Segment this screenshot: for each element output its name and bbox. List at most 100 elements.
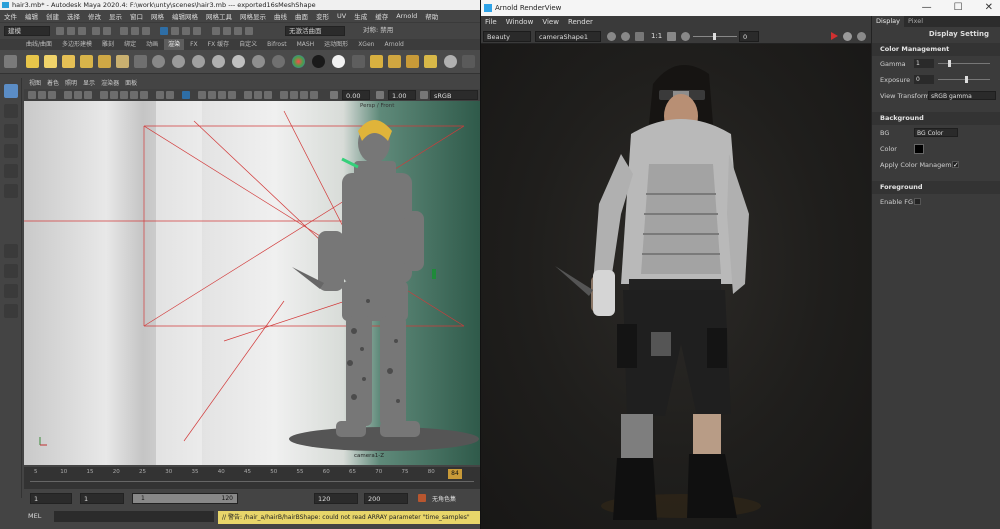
exposure-slider-knob[interactable] <box>964 76 968 83</box>
lasso-tool-icon[interactable] <box>4 104 18 118</box>
ratio-label[interactable]: 1:1 <box>651 32 662 40</box>
colorspace-dropdown[interactable]: sRGB gamma <box>430 90 478 110</box>
shelf-tab[interactable]: FX <box>186 39 202 50</box>
blinn-ball-icon[interactable] <box>152 55 165 68</box>
panel-menu-item[interactable]: 视图 <box>29 78 41 89</box>
view-transform-dropdown[interactable]: sRGB gamma <box>928 91 996 100</box>
shelf-tab[interactable]: 曲线/曲面 <box>22 39 56 50</box>
arnold-mesh-light-icon[interactable] <box>406 55 419 68</box>
menu-item[interactable]: 帮助 <box>425 11 438 21</box>
shelf-tab[interactable]: 运动图形 <box>320 39 352 50</box>
xray-joints-icon[interactable] <box>166 91 174 99</box>
exposure-slider[interactable] <box>693 33 737 40</box>
playback-end-field[interactable]: 120 <box>314 493 358 504</box>
menu-item[interactable]: 修改 <box>88 11 101 21</box>
arnold-render-icon[interactable] <box>462 55 475 68</box>
menu-item[interactable]: 网格工具 <box>206 11 232 21</box>
range-bar[interactable]: 1 120 <box>132 493 238 504</box>
render-view-icon[interactable] <box>352 55 365 68</box>
exposure-icon[interactable] <box>330 91 338 99</box>
panel-menu-item[interactable]: 渲染器 <box>101 78 119 89</box>
lambert-ball-icon[interactable] <box>172 55 185 68</box>
safe-action-icon[interactable] <box>300 91 308 99</box>
mode-dropdown[interactable]: 建模 <box>4 26 50 36</box>
hair-display-icon[interactable] <box>264 91 272 99</box>
aov-dropdown[interactable]: Beauty <box>483 31 531 42</box>
menu-item[interactable]: 显示 <box>109 11 122 21</box>
bg-dropdown[interactable]: BG Color <box>914 128 958 137</box>
end-time-field[interactable]: 200 <box>364 493 408 504</box>
render-settings-gear-icon[interactable] <box>857 32 866 41</box>
arnold-skydome-icon[interactable] <box>388 55 401 68</box>
panel-menu-item[interactable]: 面板 <box>125 78 137 89</box>
menu-item[interactable]: 窗口 <box>130 11 143 21</box>
rotate-tool-icon[interactable] <box>4 164 18 178</box>
arnold-menu-item[interactable]: Render <box>568 16 593 29</box>
camera-icon[interactable] <box>134 55 147 68</box>
panel-menu-item[interactable]: 照明 <box>65 78 77 89</box>
shelf-settings-icon[interactable] <box>4 55 17 68</box>
menu-item[interactable]: 文件 <box>4 11 17 21</box>
gamma-slider[interactable] <box>938 60 990 67</box>
crop-region-icon[interactable] <box>667 32 676 41</box>
history-icon[interactable] <box>212 27 220 35</box>
exposure-input[interactable]: 0 <box>914 75 934 84</box>
shadows-icon[interactable] <box>140 91 148 99</box>
white-ball-icon[interactable] <box>332 55 345 68</box>
shelf-tab[interactable]: 绑定 <box>120 39 140 50</box>
start-time-field[interactable]: 1 <box>30 493 72 504</box>
shelf-tab[interactable]: XGen <box>354 39 378 50</box>
foreground-heading[interactable]: Foreground <box>872 181 1000 194</box>
menu-item[interactable]: 曲面 <box>295 11 308 21</box>
rgb-channel-icon[interactable] <box>607 32 616 41</box>
ramp-ball-icon[interactable] <box>292 55 305 68</box>
gamma-icon[interactable] <box>376 91 384 99</box>
two-pane-layout-icon[interactable] <box>4 284 18 298</box>
arnold-shader-icon[interactable] <box>444 55 457 68</box>
undo-icon[interactable] <box>92 27 100 35</box>
safe-title-icon[interactable] <box>310 91 318 99</box>
shelf-tab[interactable]: Arnold <box>380 39 407 50</box>
aistandard-ball-icon[interactable] <box>212 55 225 68</box>
textured-icon[interactable] <box>120 91 128 99</box>
viewport-persp[interactable]: Persp / Front camera1-Z <box>24 101 480 465</box>
arnold-menu-item[interactable]: Window <box>506 16 534 29</box>
menu-item[interactable]: 创建 <box>46 11 59 21</box>
dof-icon[interactable] <box>228 91 236 99</box>
background-heading[interactable]: Background <box>872 112 1000 125</box>
snap-grid-icon[interactable] <box>160 27 168 35</box>
field-chart-icon[interactable] <box>290 91 298 99</box>
menu-item[interactable]: 变形 <box>316 11 329 21</box>
symmetry-label[interactable]: 对称: 禁用 <box>360 26 408 36</box>
wireframe-icon[interactable] <box>100 91 108 99</box>
arnold-light-icon[interactable] <box>370 55 383 68</box>
color-channels-icon[interactable] <box>621 32 630 41</box>
fit-frame-icon[interactable] <box>635 32 644 41</box>
exposure-field[interactable]: 0.00 <box>342 90 370 100</box>
arnold-menu-item[interactable]: View <box>542 16 559 29</box>
render-frame-icon[interactable] <box>223 27 231 35</box>
ssao-icon[interactable] <box>198 91 206 99</box>
select-component-icon[interactable] <box>142 27 150 35</box>
gate-mask-icon[interactable] <box>280 91 288 99</box>
enable-fg-checkbox[interactable] <box>914 198 921 205</box>
area-light-icon[interactable] <box>98 55 111 68</box>
shelf-tab[interactable]: 动画 <box>142 39 162 50</box>
save-scene-icon[interactable] <box>78 27 86 35</box>
single-pane-layout-icon[interactable] <box>4 244 18 258</box>
menu-item[interactable]: 编辑网格 <box>172 11 198 21</box>
close-icon[interactable]: ✕ <box>985 0 993 16</box>
bg-color-swatch[interactable] <box>914 144 924 154</box>
bookmark-icon[interactable] <box>48 91 56 99</box>
antialias-icon[interactable] <box>218 91 226 99</box>
menu-item[interactable]: Arnold <box>396 12 417 20</box>
snap-point-icon[interactable] <box>182 27 190 35</box>
gamma-field[interactable]: 1.00 <box>388 90 416 100</box>
camera-dropdown[interactable]: cameraShape1 <box>535 31 601 42</box>
gamma-input[interactable]: 1 <box>914 59 934 68</box>
mel-label[interactable]: MEL <box>28 512 41 520</box>
hud-icon[interactable] <box>244 91 252 99</box>
open-scene-icon[interactable] <box>67 27 75 35</box>
menu-item[interactable]: 编辑 <box>25 11 38 21</box>
shelf-tab[interactable]: 自定义 <box>235 39 261 50</box>
